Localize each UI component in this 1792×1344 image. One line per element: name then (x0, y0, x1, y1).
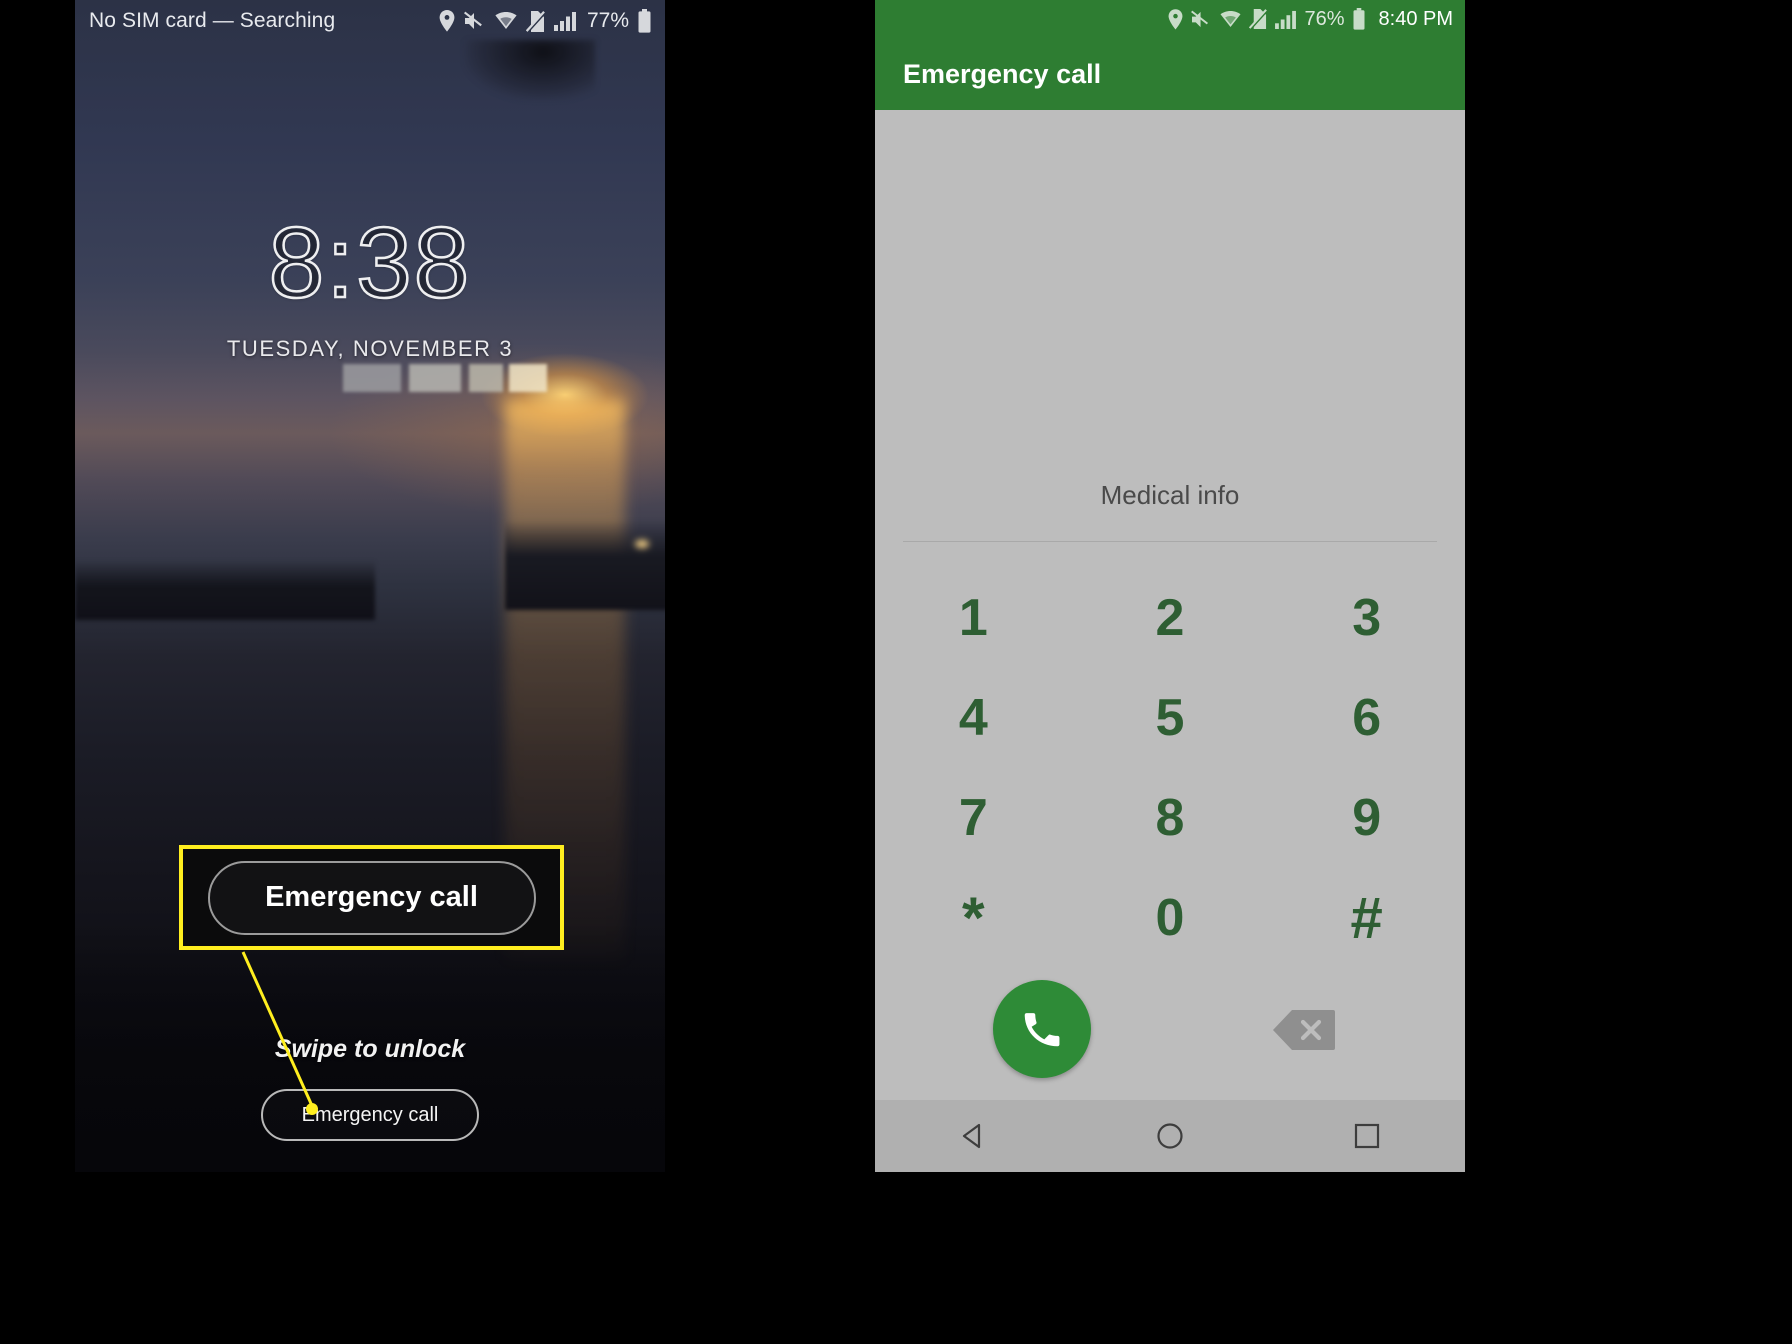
wallpaper-tree-silhouette (465, 40, 595, 100)
dialpad-key-star[interactable]: * (875, 868, 1072, 968)
dialpad-key-1[interactable]: 1 (875, 568, 1072, 668)
dialpad-key-hash[interactable]: # (1268, 868, 1465, 968)
carrier-status-text: No SIM card — Searching (89, 9, 336, 32)
dialpad-key-5[interactable]: 5 (1072, 668, 1269, 768)
left-phone-lockscreen: No SIM card — Searching 77% 8:38 TUESDAY… (75, 0, 665, 1172)
emergency-call-app-bar: Emergency call (875, 38, 1465, 110)
right-status-bar: 76% 8:40 PM (875, 0, 1465, 38)
location-icon (439, 10, 455, 32)
home-icon (1157, 1123, 1183, 1149)
wallpaper-left-shoreline (75, 560, 375, 620)
back-button[interactable] (956, 1119, 990, 1153)
phone-icon (1024, 1013, 1060, 1047)
mute-icon (463, 11, 482, 29)
right-status-icons: 76% 8:40 PM (1168, 8, 1453, 31)
lockscreen-redacted-text (343, 364, 547, 392)
swipe-to-unlock-hint: Swipe to unlock (274, 1035, 466, 1063)
dialpad-key-3[interactable]: 3 (1268, 568, 1465, 668)
battery-icon (1353, 8, 1365, 30)
lockscreen-date: TUESDAY, NOVEMBER 3 (226, 336, 514, 361)
signal-icon (553, 12, 576, 31)
right-battery-percent: 76% (1304, 7, 1345, 30)
left-status-bar: No SIM card — Searching 77% (75, 0, 665, 42)
dialpad-key-7[interactable]: 7 (875, 768, 1072, 868)
no-sim-icon (1249, 9, 1268, 29)
no-sim-icon (525, 10, 545, 32)
emergency-call-button[interactable]: Emergency call (261, 1089, 479, 1141)
home-button[interactable] (1153, 1119, 1187, 1153)
mute-icon (1191, 10, 1209, 27)
recents-button[interactable] (1350, 1119, 1384, 1153)
dialpad-key-8[interactable]: 8 (1072, 768, 1269, 868)
dialpad-key-0[interactable]: 0 (1072, 868, 1269, 968)
dialpad-key-6[interactable]: 6 (1268, 668, 1465, 768)
left-battery-percent: 77% (586, 9, 629, 32)
callout-highlight-box: Emergency call (179, 845, 564, 950)
right-phone-emergency-dialer: 76% 8:40 PM Emergency call Medical info … (875, 0, 1465, 1172)
lockscreen-clock: 8:38 (267, 207, 472, 319)
location-icon (1169, 8, 1183, 29)
lockscreen-wallpaper (75, 0, 665, 1172)
battery-icon (638, 9, 651, 33)
wifi-icon (495, 12, 517, 29)
recents-icon (1354, 1123, 1379, 1149)
dialer-body: Medical info 1 2 3 4 5 6 7 8 9 * 0 # (875, 110, 1465, 1172)
callout-emergency-call-button[interactable]: Emergency call (207, 860, 536, 935)
screenshot-stage: No SIM card — Searching 77% 8:38 TUESDAY… (0, 0, 1792, 1344)
left-status-icons: 77% (439, 9, 651, 33)
medical-info-divider (903, 541, 1437, 542)
medical-info-link[interactable]: Medical info (875, 480, 1465, 511)
dialpad-key-9[interactable]: 9 (1268, 768, 1465, 868)
dialpad-key-4[interactable]: 4 (875, 668, 1072, 768)
backspace-icon (1273, 1010, 1335, 1050)
backspace-button[interactable] (1271, 1010, 1337, 1050)
wallpaper-right-headland (505, 520, 665, 610)
signal-icon (1275, 10, 1297, 29)
android-nav-bar (875, 1100, 1465, 1172)
app-bar-title: Emergency call (903, 58, 1102, 89)
dialer-action-row (875, 974, 1465, 1084)
status-bar-time: 8:40 PM (1378, 7, 1453, 30)
back-icon (963, 1123, 981, 1149)
dialpad: 1 2 3 4 5 6 7 8 9 * 0 # (875, 568, 1465, 968)
wifi-icon (1220, 10, 1241, 27)
call-button[interactable] (993, 980, 1091, 1078)
dialpad-key-2[interactable]: 2 (1072, 568, 1269, 668)
